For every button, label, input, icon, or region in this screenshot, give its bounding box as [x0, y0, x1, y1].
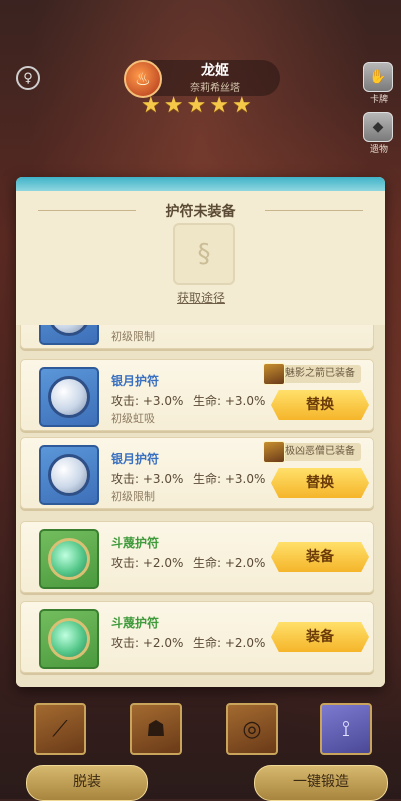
- star-icon: ★: [163, 93, 184, 118]
- equip-button[interactable]: 装备: [271, 622, 369, 652]
- cards-button-label: 卡牌: [369, 95, 388, 105]
- gem-icon: ◆: [372, 119, 384, 135]
- star-rating: ★ ★ ★ ★ ★: [141, 95, 252, 117]
- moon-charm-icon: [48, 454, 90, 496]
- obtain-source-link[interactable]: 获取途径: [151, 289, 251, 306]
- charm-slot: [39, 529, 99, 589]
- attack-stat: 攻击: +2.0%: [111, 636, 184, 650]
- charm-slot: [39, 609, 99, 669]
- boots-slot[interactable]: ⟟: [320, 703, 372, 755]
- equip-button[interactable]: 装备: [271, 542, 369, 572]
- star-icon: ★: [141, 93, 161, 118]
- ring-slot[interactable]: ◎: [226, 703, 278, 755]
- star-icon: ★: [231, 93, 252, 118]
- charm-slot: [39, 325, 99, 345]
- charm-outline-icon: §: [197, 239, 211, 269]
- charm-panel: 护符未装备 § 获取途径 初级限制 替换 银月护符 攻击: +3.0% 生命: …: [16, 177, 385, 687]
- hero-avatar: [263, 441, 285, 463]
- charm-name: 银月护符: [111, 452, 160, 466]
- armor-slot[interactable]: ☗: [130, 703, 182, 755]
- hero-name: 龙姬: [201, 63, 229, 79]
- charm-card[interactable]: 斗蔑护符 攻击: +2.0% 生命: +2.0% 装备: [20, 601, 374, 673]
- attack-stat: 攻击: +3.0%: [111, 394, 184, 408]
- jade-charm-icon: [48, 538, 90, 580]
- moon-charm-icon: [48, 376, 90, 418]
- equipped-by-text: 魅影之箭已装备: [285, 368, 355, 379]
- moon-charm-icon: [48, 325, 90, 336]
- equipped-by-text: 极凶恶僧已装备: [285, 446, 355, 457]
- hp-stat: 生命: +2.0%: [193, 636, 266, 650]
- gender-icon: ♀: [16, 66, 40, 90]
- replace-button[interactable]: 替换: [271, 390, 369, 420]
- boots-icon: ⟟: [341, 716, 351, 742]
- spear-icon: ⟋: [52, 716, 68, 742]
- charm-card[interactable]: 银月护符 攻击: +3.0% 生命: +3.0% 初级虹吸 魅影之箭已装备 替换: [20, 359, 374, 431]
- hand-icon: ✋: [369, 69, 387, 85]
- charm-name: 银月护符: [111, 374, 160, 388]
- panel-title: 护符未装备: [165, 204, 236, 220]
- charm-card[interactable]: 初级限制 替换: [20, 325, 374, 349]
- weapon-slot[interactable]: ⟋: [34, 703, 86, 755]
- hero-avatar: [263, 363, 285, 385]
- unequip-button[interactable]: 脱装: [26, 765, 148, 801]
- empty-charm-slot[interactable]: §: [173, 223, 235, 285]
- ring-icon: ◎: [242, 716, 262, 742]
- charm-skill: 初级虹吸: [111, 412, 155, 425]
- panel-header-band: [16, 177, 385, 191]
- charm-card[interactable]: 斗蔑护符 攻击: +2.0% 生命: +2.0% 装备: [20, 521, 374, 593]
- charm-name: 斗蔑护符: [111, 616, 160, 630]
- hp-stat: 生命: +3.0%: [193, 472, 266, 486]
- attack-stat: 攻击: +2.0%: [111, 556, 184, 570]
- equipped-by-tag: 魅影之箭已装备: [263, 363, 361, 385]
- charm-skill: 初级限制: [111, 330, 155, 343]
- jade-charm-icon: [48, 618, 90, 660]
- replace-button[interactable]: 替换: [271, 468, 369, 498]
- charm-list[interactable]: 初级限制 替换 银月护符 攻击: +3.0% 生命: +3.0% 初级虹吸 魅影…: [16, 325, 385, 687]
- charm-slot: [39, 445, 99, 505]
- hp-stat: 生命: +3.0%: [193, 394, 266, 408]
- hero-title: 奈莉希丝塔: [190, 83, 240, 94]
- charm-name: 斗蔑护符: [111, 536, 160, 550]
- star-icon: ★: [209, 93, 229, 118]
- relics-button[interactable]: ◆: [363, 112, 393, 142]
- charm-skill: 初级限制: [111, 490, 155, 503]
- divider: [265, 210, 363, 211]
- relics-button-label: 遗物: [369, 145, 388, 155]
- cards-button[interactable]: ✋: [363, 62, 393, 92]
- hp-stat: 生命: +2.0%: [193, 556, 266, 570]
- dragon-helm-icon: ☗: [146, 716, 166, 742]
- charm-slot: [39, 367, 99, 427]
- equipped-by-tag: 极凶恶僧已装备: [263, 441, 361, 463]
- star-icon: ★: [186, 93, 207, 118]
- charm-card[interactable]: 银月护符 攻击: +3.0% 生命: +3.0% 初级限制 极凶恶僧已装备 替换: [20, 437, 374, 509]
- auto-forge-button[interactable]: 一键锻造: [254, 765, 388, 801]
- attack-stat: 攻击: +3.0%: [111, 472, 184, 486]
